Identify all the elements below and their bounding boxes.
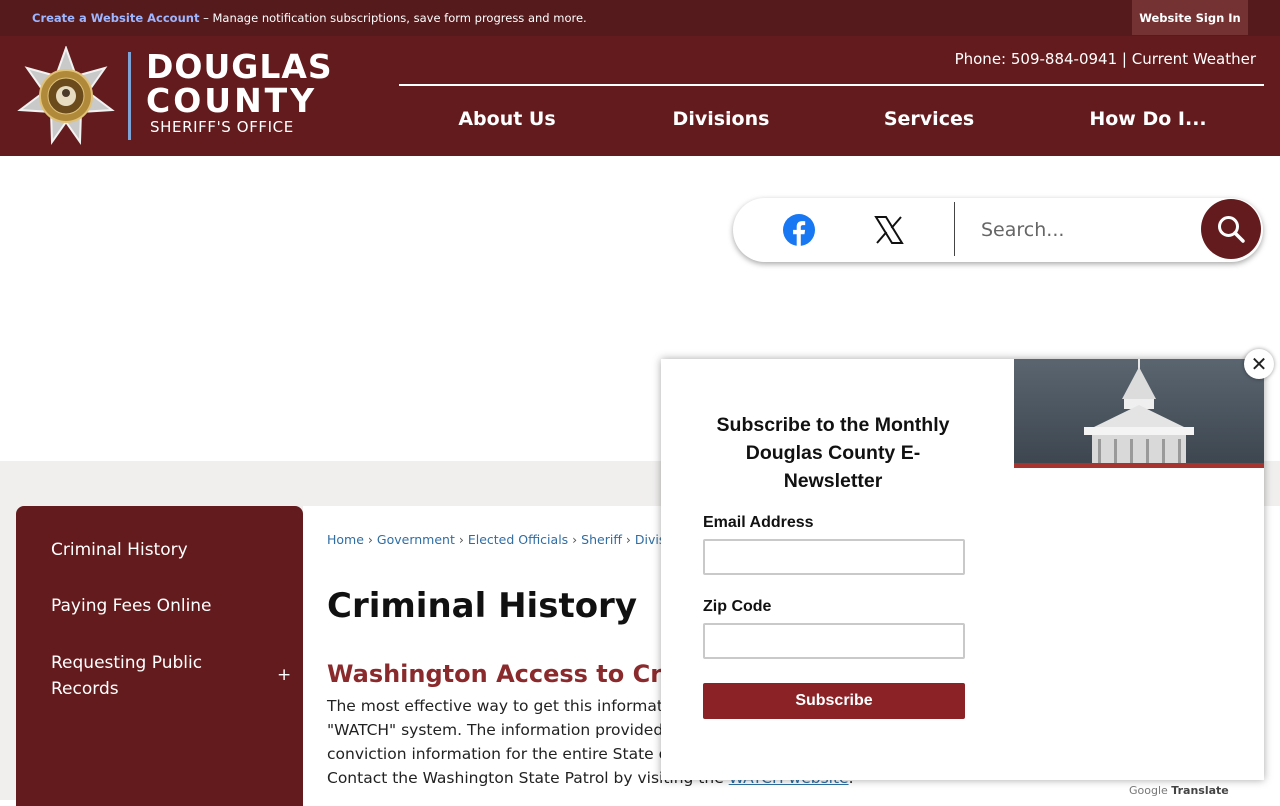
phone-number[interactable]: 509-884-0941	[1011, 50, 1117, 68]
modal-title: Subscribe to the Monthly Douglas County …	[716, 414, 950, 492]
page-title: Criminal History	[327, 586, 637, 626]
breadcrumb-government[interactable]: Government	[377, 532, 455, 547]
breadcrumb-sheriff[interactable]: Sheriff	[581, 532, 622, 547]
gazebo-image	[1014, 359, 1264, 468]
breadcrumb-sep: ›	[458, 532, 464, 547]
search-button[interactable]	[1201, 199, 1261, 259]
create-account-link[interactable]: Create a Website Account	[32, 11, 199, 25]
search-icon	[1218, 216, 1245, 243]
expand-icon[interactable]: +	[277, 665, 291, 685]
translate-label: Translate	[1171, 784, 1229, 797]
nav-divisions[interactable]: Divisions	[673, 108, 770, 130]
search-input[interactable]	[979, 212, 1189, 248]
account-message-text: – Manage notification subscriptions, sav…	[199, 11, 587, 25]
sidebar-item-criminal-history[interactable]: Criminal History	[51, 537, 188, 563]
breadcrumb-sep: ›	[367, 532, 373, 547]
logo-line-county: COUNTY	[146, 81, 318, 120]
section-title: Washington Access to Crim	[327, 660, 696, 688]
close-icon[interactable]: ✕	[1244, 349, 1274, 379]
header-divider	[399, 84, 1264, 86]
email-label: Email Address	[703, 514, 814, 531]
search-divider	[954, 202, 955, 256]
breadcrumb-elected-officials[interactable]: Elected Officials	[468, 532, 568, 547]
google-translate[interactable]: Google Translate	[1129, 784, 1229, 797]
sidebar-item-paying-fees-online[interactable]: Paying Fees Online	[51, 593, 212, 619]
email-field[interactable]	[703, 539, 965, 575]
breadcrumb-home[interactable]: Home	[327, 532, 364, 547]
account-message: Create a Website Account – Manage notifi…	[32, 11, 587, 25]
site-logo[interactable]: DOUGLAS COUNTY SHERIFF'S OFFICE	[146, 47, 333, 137]
logo-line-sheriffs-office: SHERIFF'S OFFICE	[150, 118, 294, 136]
zip-field[interactable]	[703, 623, 965, 659]
nav-about-us[interactable]: About Us	[458, 108, 555, 130]
sheriff-badge-icon[interactable]	[16, 46, 116, 146]
facebook-icon[interactable]	[783, 214, 815, 246]
sidebar-item-requesting-public-records[interactable]: Requesting Public Records	[51, 650, 231, 702]
zip-label: Zip Code	[703, 598, 772, 615]
current-weather-link[interactable]: Current Weather	[1132, 50, 1256, 68]
newsletter-modal: Subscribe to the Monthly Douglas County …	[661, 359, 1264, 780]
subscribe-button[interactable]: Subscribe	[703, 683, 965, 719]
breadcrumb-sep: ›	[572, 532, 578, 547]
logo-divider	[128, 52, 131, 140]
header-separator: |	[1117, 50, 1132, 68]
utility-bar: Create a Website Account – Manage notifi…	[0, 0, 1280, 36]
nav-services[interactable]: Services	[884, 108, 974, 130]
phone-weather: Phone: 509-884-0941 | Current Weather	[955, 50, 1256, 68]
site-header: DOUGLAS COUNTY SHERIFF'S OFFICE Phone: 5…	[0, 36, 1280, 156]
phone-label: Phone:	[954, 50, 1011, 68]
website-sign-in-button[interactable]: Website Sign In	[1132, 0, 1248, 35]
sidebar-nav: Criminal History Paying Fees Online Requ…	[16, 506, 303, 806]
x-icon[interactable]	[873, 214, 905, 246]
breadcrumb: Home › Government › Elected Officials › …	[327, 532, 691, 547]
social-search-bar	[733, 198, 1263, 262]
nav-how-do-i[interactable]: How Do I...	[1089, 108, 1206, 130]
google-label: Google	[1129, 784, 1168, 797]
breadcrumb-sep: ›	[625, 532, 631, 547]
logo-line-douglas: DOUGLAS	[146, 47, 333, 86]
